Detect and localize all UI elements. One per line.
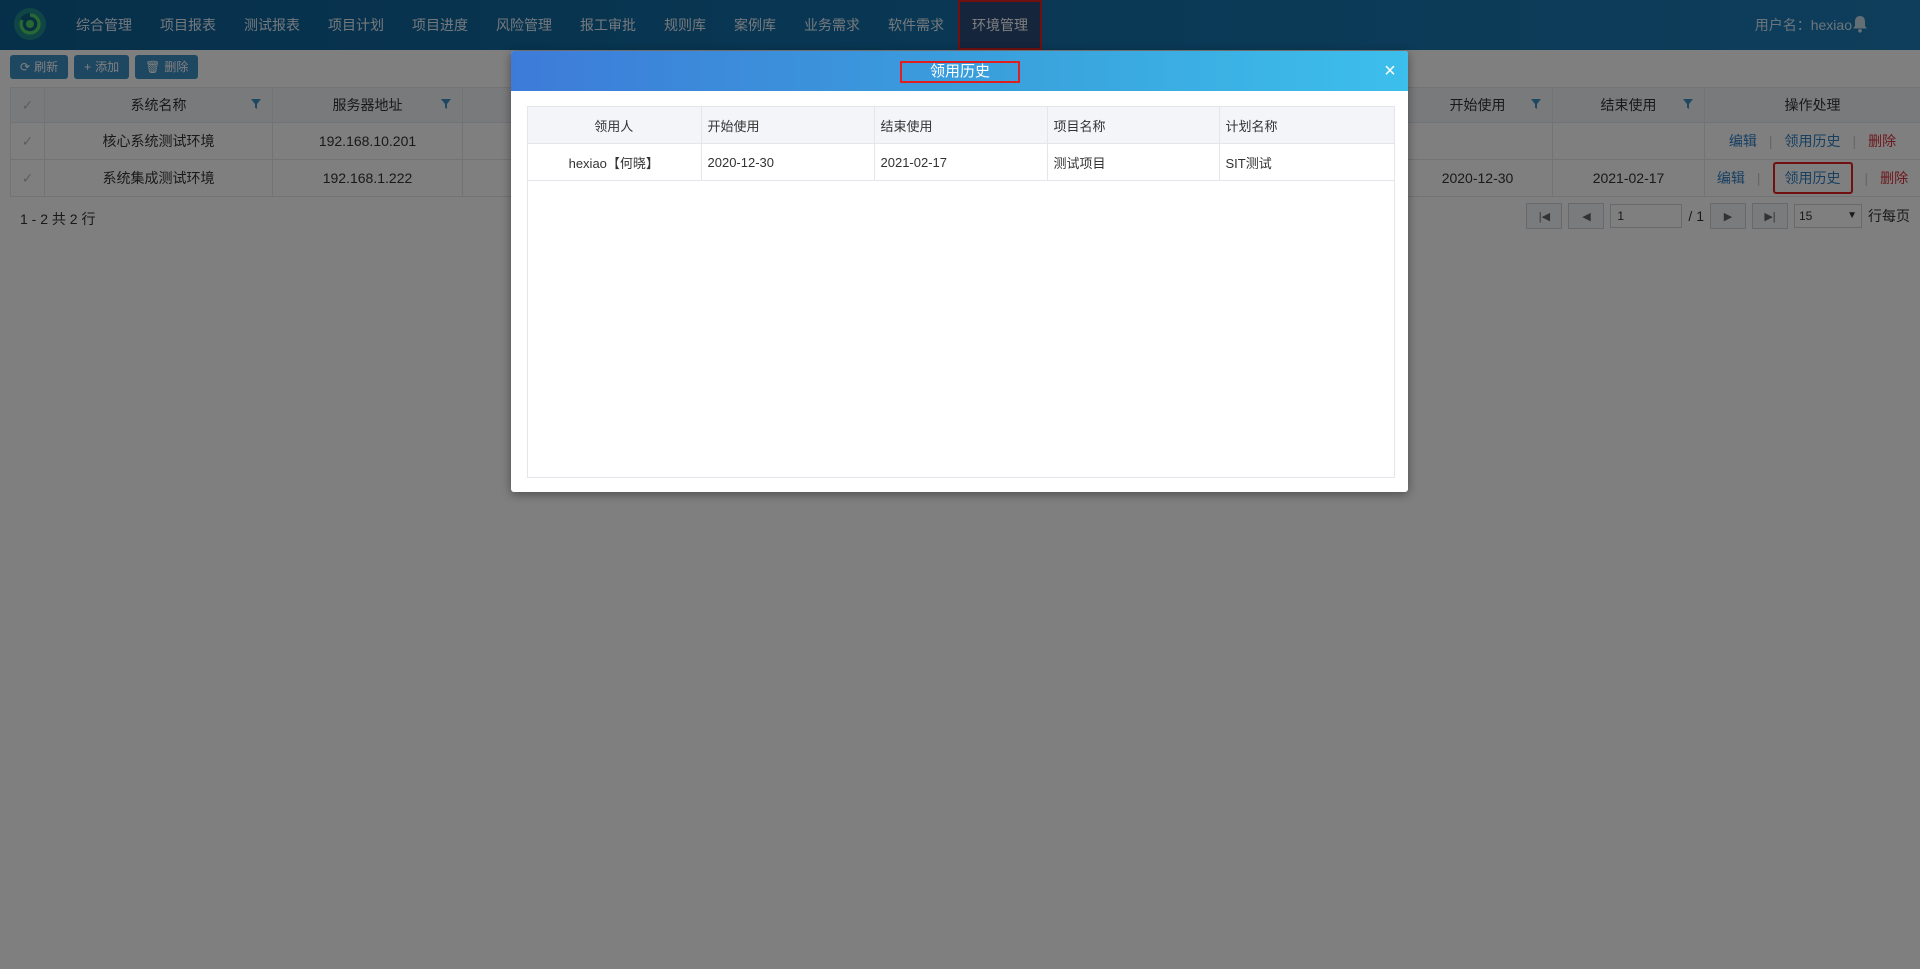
history-col-end: 结束使用 xyxy=(874,107,1048,144)
history-cell-start: 2020-12-30 xyxy=(701,143,875,181)
modal-header: 领用历史 × xyxy=(511,51,1408,91)
history-col-plan: 计划名称 xyxy=(1219,107,1395,144)
history-cell-user: hexiao【何晓】 xyxy=(528,143,702,181)
history-col-start: 开始使用 xyxy=(701,107,875,144)
history-col-user: 领用人 xyxy=(528,107,702,144)
history-table: 领用人 开始使用 结束使用 项目名称 计划名称 hexiao【何晓】 2020-… xyxy=(528,107,1395,181)
history-table-container: 领用人 开始使用 结束使用 项目名称 计划名称 hexiao【何晓】 2020-… xyxy=(527,106,1395,478)
modal-title: 领用历史 xyxy=(900,61,1020,83)
history-row[interactable]: hexiao【何晓】 2020-12-30 2021-02-17 测试项目 SI… xyxy=(528,143,1395,181)
close-icon[interactable]: × xyxy=(1380,60,1400,83)
history-cell-project: 测试项目 xyxy=(1047,143,1220,181)
history-modal: 领用历史 × 领用人 开始使用 结束使用 项目名称 计划名称 hexiao【何晓… xyxy=(511,51,1408,492)
history-col-project: 项目名称 xyxy=(1047,107,1220,144)
history-cell-plan: SIT测试 xyxy=(1219,143,1395,181)
history-cell-end: 2021-02-17 xyxy=(874,143,1048,181)
